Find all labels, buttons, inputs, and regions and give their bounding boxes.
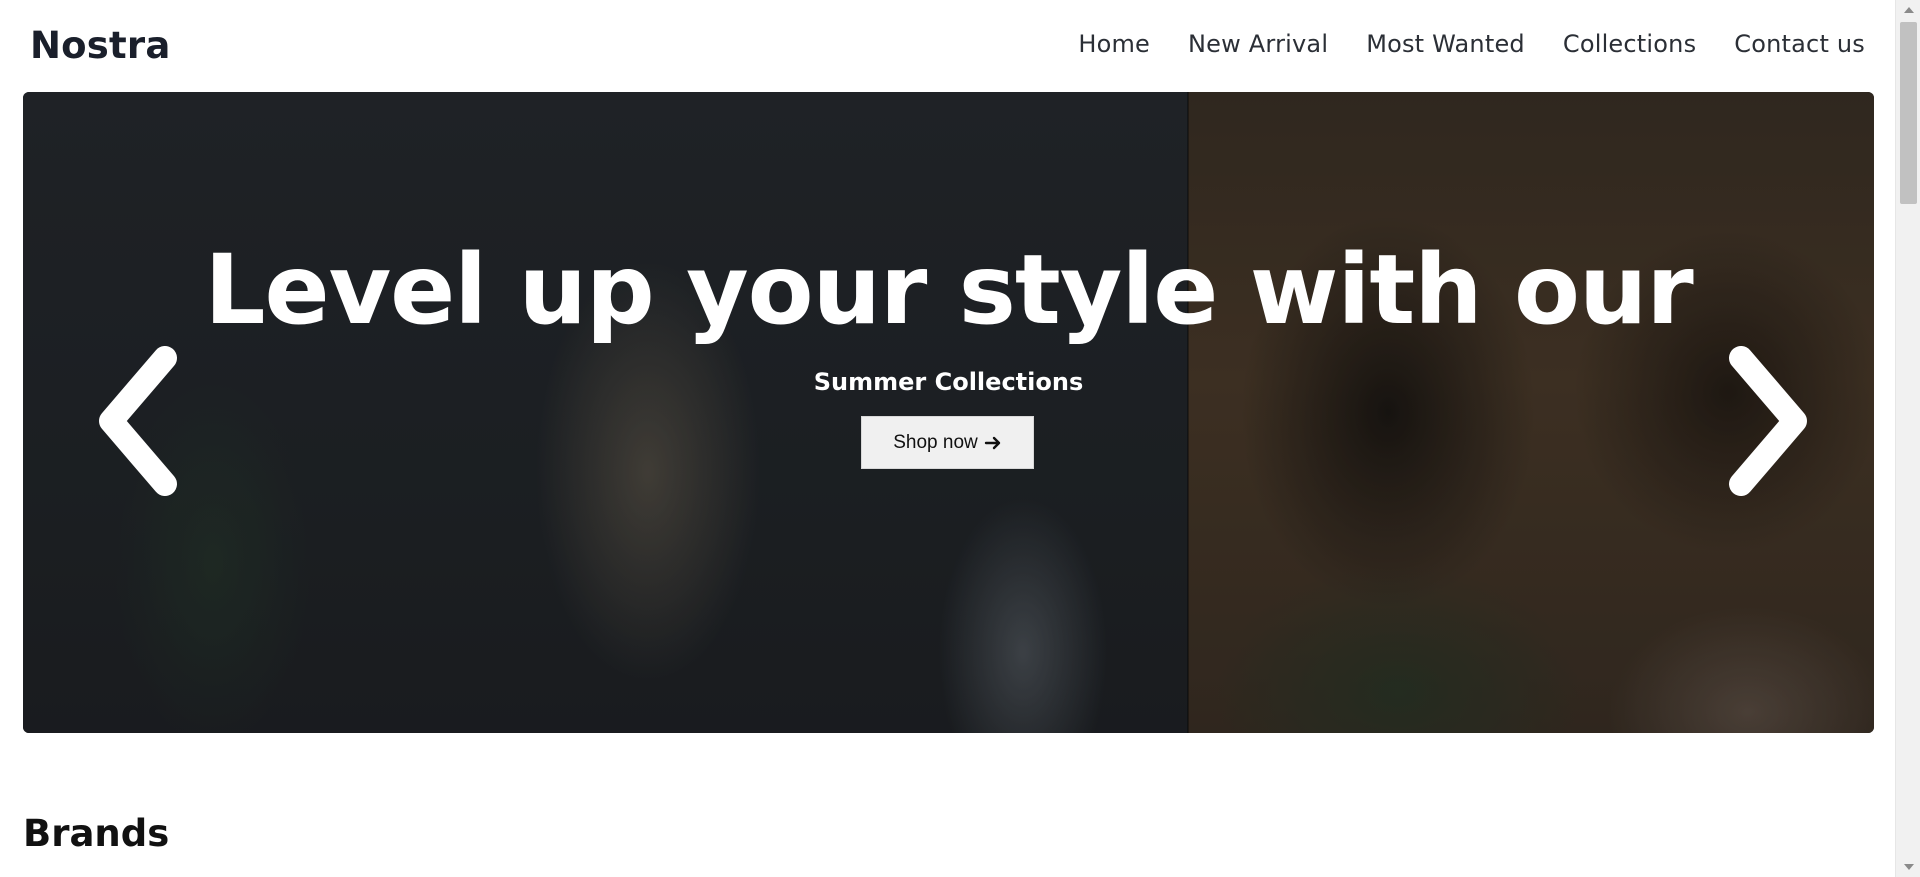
- nav-item-collections[interactable]: Collections: [1563, 30, 1696, 58]
- main-nav: Home New Arrival Most Wanted Collections…: [1078, 30, 1865, 58]
- nav-item-home[interactable]: Home: [1078, 30, 1150, 58]
- scroll-up-arrow-icon[interactable]: [1896, 0, 1920, 20]
- carousel-prev-button[interactable]: [83, 336, 193, 506]
- hero-overlay: [23, 92, 1874, 733]
- site-header: Nostra Home New Arrival Most Wanted Coll…: [0, 0, 1895, 92]
- hero-subtitle: Summer Collections: [813, 368, 1084, 396]
- nav-item-new-arrival[interactable]: New Arrival: [1188, 30, 1328, 58]
- scrollbar-thumb[interactable]: [1900, 22, 1917, 204]
- hero-carousel: Level up your style with our Summer Coll…: [23, 92, 1874, 733]
- chevron-left-icon: [99, 346, 177, 496]
- shop-now-label: Shop now: [893, 431, 978, 453]
- hero-title: Level up your style with our: [204, 234, 1693, 346]
- brands-heading: Brands: [23, 812, 170, 855]
- carousel-next-button[interactable]: [1713, 336, 1823, 506]
- vertical-scrollbar[interactable]: [1895, 0, 1920, 877]
- chevron-right-icon: [1729, 346, 1807, 496]
- nav-item-contact-us[interactable]: Contact us: [1734, 30, 1865, 58]
- page: Nostra Home New Arrival Most Wanted Coll…: [0, 0, 1895, 877]
- brand-logo[interactable]: Nostra: [30, 24, 171, 67]
- nav-item-most-wanted[interactable]: Most Wanted: [1366, 30, 1525, 58]
- shop-now-button[interactable]: Shop now: [861, 416, 1034, 469]
- scroll-down-arrow-icon[interactable]: [1896, 857, 1920, 877]
- arrow-right-icon: [984, 434, 1002, 452]
